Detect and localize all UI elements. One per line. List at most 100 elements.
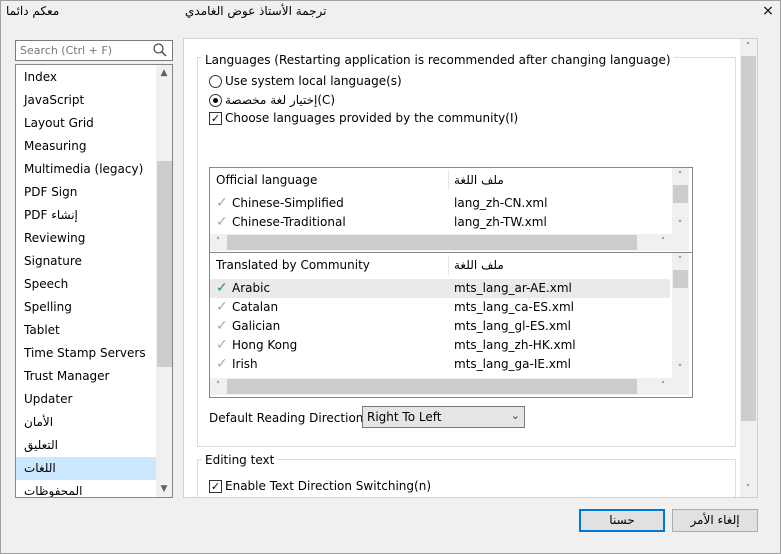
sidebar-item[interactable]: Spelling bbox=[16, 296, 156, 319]
column-header-official-language[interactable]: Official language bbox=[210, 168, 448, 192]
sidebar-item[interactable]: Signature bbox=[16, 250, 156, 273]
checkmark-icon: ✓ bbox=[216, 214, 228, 230]
editing-group-title: Editing text bbox=[202, 453, 278, 467]
sidebar-item[interactable]: Speech bbox=[16, 273, 156, 296]
sidebar-item[interactable]: الأمان bbox=[16, 411, 156, 434]
table-row[interactable]: ✓ Hong Kong mts_lang_zh-HK.xml bbox=[210, 336, 670, 355]
search-icon[interactable] bbox=[152, 42, 168, 58]
sidebar-item[interactable]: Multimedia (legacy) bbox=[16, 158, 156, 181]
scrollbar-thumb[interactable] bbox=[673, 270, 688, 288]
scroll-up-arrow-icon[interactable]: ˄ bbox=[672, 253, 688, 269]
scroll-down-arrow-icon[interactable]: ˅ bbox=[740, 481, 756, 497]
scrollbar-thumb[interactable] bbox=[227, 379, 637, 394]
checkmark-icon: ✓ bbox=[216, 195, 228, 211]
community-languages-checkbox[interactable]: ✓ bbox=[209, 112, 222, 125]
sidebar-item[interactable]: التعليق bbox=[16, 434, 156, 457]
table-row[interactable]: ✓ Irish mts_lang_ga-IE.xml bbox=[210, 355, 670, 374]
language-file-cell: mts_lang_ca-ES.xml bbox=[454, 300, 574, 314]
table-row[interactable]: ✓ Chinese-Simplified lang_zh-CN.xml bbox=[210, 194, 670, 213]
sidebar-item[interactable]: المحفوظات bbox=[16, 480, 156, 497]
column-header-language-file[interactable]: ملف اللغة bbox=[448, 168, 672, 192]
sidebar-item[interactable]: PDF Sign bbox=[16, 181, 156, 204]
scroll-down-arrow-icon[interactable]: ▼ bbox=[156, 481, 172, 497]
official-table-hscroll[interactable]: ˂ ˃ bbox=[210, 234, 672, 251]
checkmark-icon: ✓ bbox=[216, 299, 228, 315]
language-file-cell: mts_lang_gl-ES.xml bbox=[454, 319, 571, 333]
language-file-cell: lang_zh-CN.xml bbox=[454, 196, 548, 210]
community-language-table: Translated by Community ملف اللغة ✓ Arabi… bbox=[209, 252, 693, 398]
language-file-cell: mts_lang_zh-HK.xml bbox=[454, 338, 576, 352]
scroll-left-arrow-icon[interactable]: ˂ bbox=[210, 378, 226, 394]
scroll-down-arrow-icon[interactable]: ˅ bbox=[672, 361, 688, 377]
language-file-cell: mts_lang_ar-AE.xml bbox=[454, 281, 572, 295]
custom-language-radio[interactable] bbox=[209, 94, 222, 107]
community-table-hscroll[interactable]: ˂ ˃ bbox=[210, 378, 672, 395]
text-direction-label: Enable Text Direction Switching(n) bbox=[225, 479, 431, 493]
language-name-cell: Chinese-Traditional bbox=[232, 215, 346, 229]
sidebar-item[interactable]: اللغات bbox=[16, 457, 156, 480]
search-box bbox=[15, 40, 173, 61]
text-direction-checkbox[interactable]: ✓ bbox=[209, 480, 222, 493]
close-icon[interactable]: × bbox=[758, 2, 778, 20]
language-name-cell: Chinese-Simplified bbox=[232, 196, 344, 210]
official-language-table: Official language ملف اللغة ✓ Chinese-Sim… bbox=[209, 167, 693, 254]
languages-settings-panel: Languages (Restarting application is rec… bbox=[183, 38, 758, 498]
scrollbar-thumb[interactable] bbox=[673, 185, 688, 203]
use-system-language-radio[interactable] bbox=[209, 75, 222, 88]
table-row[interactable]: ✓ Catalan mts_lang_ca-ES.xml bbox=[210, 298, 670, 317]
sidebar-item[interactable]: Updater bbox=[16, 388, 156, 411]
scrollbar-thumb[interactable] bbox=[157, 161, 172, 367]
column-header-language-file[interactable]: ملف اللغة bbox=[448, 253, 672, 277]
community-languages-label: Choose languages provided by the communi… bbox=[225, 111, 519, 125]
table-row[interactable]: ✓ Chinese-Traditional lang_zh-TW.xml bbox=[210, 213, 670, 232]
language-file-cell: lang_zh-TW.xml bbox=[454, 215, 547, 229]
column-header-community[interactable]: Translated by Community bbox=[210, 253, 448, 277]
scroll-up-arrow-icon[interactable]: ˄ bbox=[740, 39, 756, 55]
scrollbar-thumb[interactable] bbox=[227, 235, 637, 250]
scrollbar-thumb[interactable] bbox=[741, 56, 756, 421]
sidebar-item[interactable]: Measuring bbox=[16, 135, 156, 158]
window-title: ترجمة الأستاذ عوض الغامدي bbox=[185, 4, 327, 18]
category-list: Index JavaScript Layout Grid Measuring Multi… bbox=[15, 64, 173, 498]
scroll-up-arrow-icon[interactable]: ▲ bbox=[156, 65, 172, 81]
chevron-down-icon: ⌄ bbox=[510, 409, 520, 422]
language-name-cell: Hong Kong bbox=[232, 338, 298, 352]
scroll-right-arrow-icon[interactable]: ˃ bbox=[655, 378, 671, 394]
checkmark-icon: ✓ bbox=[216, 337, 228, 353]
scroll-up-arrow-icon[interactable]: ˄ bbox=[672, 168, 688, 184]
community-table-vscroll[interactable]: ˄ ˅ bbox=[672, 253, 689, 378]
official-table-vscroll[interactable]: ˄ ˅ bbox=[672, 168, 689, 234]
panel-scrollbar[interactable]: ˄ ˅ bbox=[740, 39, 757, 497]
use-system-language-label: Use system local language(s) bbox=[225, 74, 402, 88]
table-row[interactable]: ✓ Galician mts_lang_gl-ES.xml bbox=[210, 317, 670, 336]
sidebar-item[interactable]: Time Stamp Servers bbox=[16, 342, 156, 365]
cancel-button[interactable]: إلغاء الأمر bbox=[672, 509, 758, 532]
sidebar-item[interactable]: Index bbox=[16, 66, 156, 89]
checkmark-icon: ✓ bbox=[216, 356, 228, 372]
sidebar-item[interactable]: Tablet bbox=[16, 319, 156, 342]
search-input[interactable] bbox=[20, 43, 150, 58]
custom-language-label: إختيار لغة مخصصة(C) bbox=[225, 93, 336, 107]
sidebar-item[interactable]: PDF إنشاء bbox=[16, 204, 156, 227]
scroll-down-arrow-icon[interactable]: ˅ bbox=[672, 217, 688, 233]
language-name-cell: Galician bbox=[232, 319, 281, 333]
reading-direction-select[interactable]: Right To Left ⌄ bbox=[362, 406, 525, 428]
scrollbar-corner bbox=[672, 378, 689, 395]
language-name-cell: Irish bbox=[232, 357, 258, 371]
language-name-cell: Catalan bbox=[232, 300, 279, 314]
scroll-right-arrow-icon[interactable]: ˃ bbox=[655, 234, 671, 250]
sidebar-item[interactable]: JavaScript bbox=[16, 89, 156, 112]
table-row[interactable]: ✓ Arabic mts_lang_ar-AE.xml bbox=[210, 279, 670, 298]
scroll-left-arrow-icon[interactable]: ˂ bbox=[210, 234, 226, 250]
sidebar-item[interactable]: Trust Manager bbox=[16, 365, 156, 388]
window-caption-left: معكم دائما bbox=[6, 4, 60, 18]
ok-button[interactable]: حسنا bbox=[579, 509, 665, 532]
category-list-scrollbar[interactable]: ▲ ▼ bbox=[156, 65, 172, 497]
reading-direction-label: Default Reading Direction: bbox=[209, 411, 368, 425]
checkmark-icon: ✓ bbox=[216, 280, 228, 296]
reading-direction-value: Right To Left bbox=[367, 410, 442, 424]
sidebar-item[interactable]: Reviewing bbox=[16, 227, 156, 250]
sidebar-item[interactable]: Layout Grid bbox=[16, 112, 156, 135]
checkmark-icon: ✓ bbox=[216, 318, 228, 334]
language-name-cell: Arabic bbox=[232, 281, 271, 295]
